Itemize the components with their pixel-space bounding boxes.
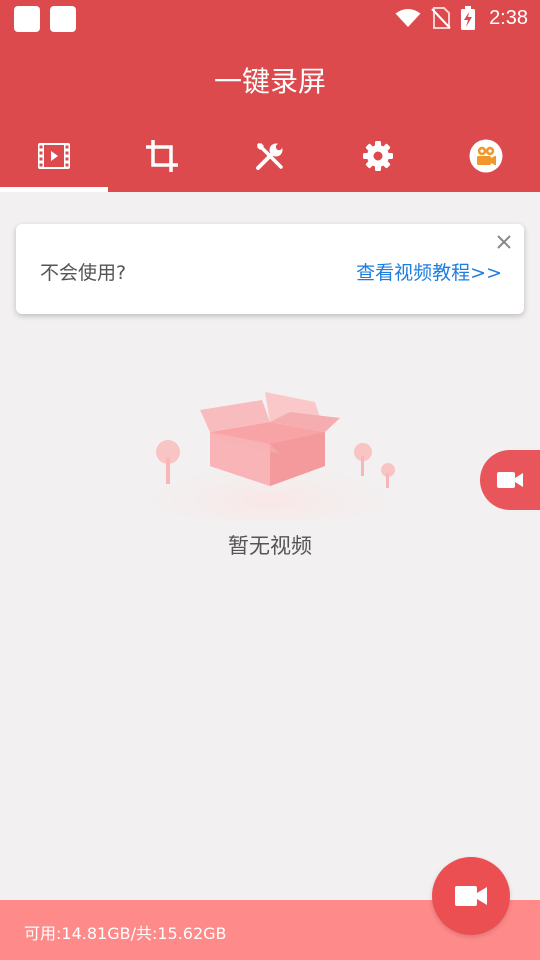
notification-icon: [14, 6, 40, 32]
tab-bar: [0, 120, 540, 192]
app-bar: 一键录屏: [0, 36, 540, 192]
storage-info: 可用:14.81GB/共:15.62GB: [24, 924, 227, 943]
floating-record-button[interactable]: [480, 450, 540, 510]
page-title: 一键录屏: [213, 65, 326, 98]
empty-box-icon: [130, 392, 410, 520]
video-camera-badge-icon: [469, 139, 503, 173]
record-fab[interactable]: [432, 857, 510, 935]
empty-state-message: 暂无视频: [228, 534, 312, 558]
tab-live[interactable]: [432, 120, 540, 192]
battery-charging-icon: [461, 6, 476, 30]
tab-indicator: [0, 187, 108, 192]
status-bar: 2:38: [0, 0, 540, 36]
tools-icon: [256, 143, 283, 170]
status-time: 2:38: [489, 6, 528, 29]
video-film-icon: [38, 143, 70, 169]
close-icon[interactable]: [494, 232, 514, 252]
notification-icon: [50, 6, 76, 32]
wifi-icon: [395, 9, 421, 27]
tab-crop[interactable]: [108, 120, 216, 192]
tab-settings[interactable]: [324, 120, 432, 192]
video-camera-icon: [455, 886, 487, 906]
tutorial-link[interactable]: 查看视频教程>>: [356, 258, 502, 285]
help-card: 不会使用? 查看视频教程>>: [16, 224, 524, 314]
tab-videos[interactable]: [0, 120, 108, 192]
help-question: 不会使用?: [40, 262, 127, 284]
no-sim-icon: [431, 7, 451, 29]
crop-icon: [146, 140, 178, 172]
settings-gear-icon: [363, 141, 393, 171]
tab-tools[interactable]: [216, 120, 324, 192]
video-camera-icon: [497, 472, 523, 488]
